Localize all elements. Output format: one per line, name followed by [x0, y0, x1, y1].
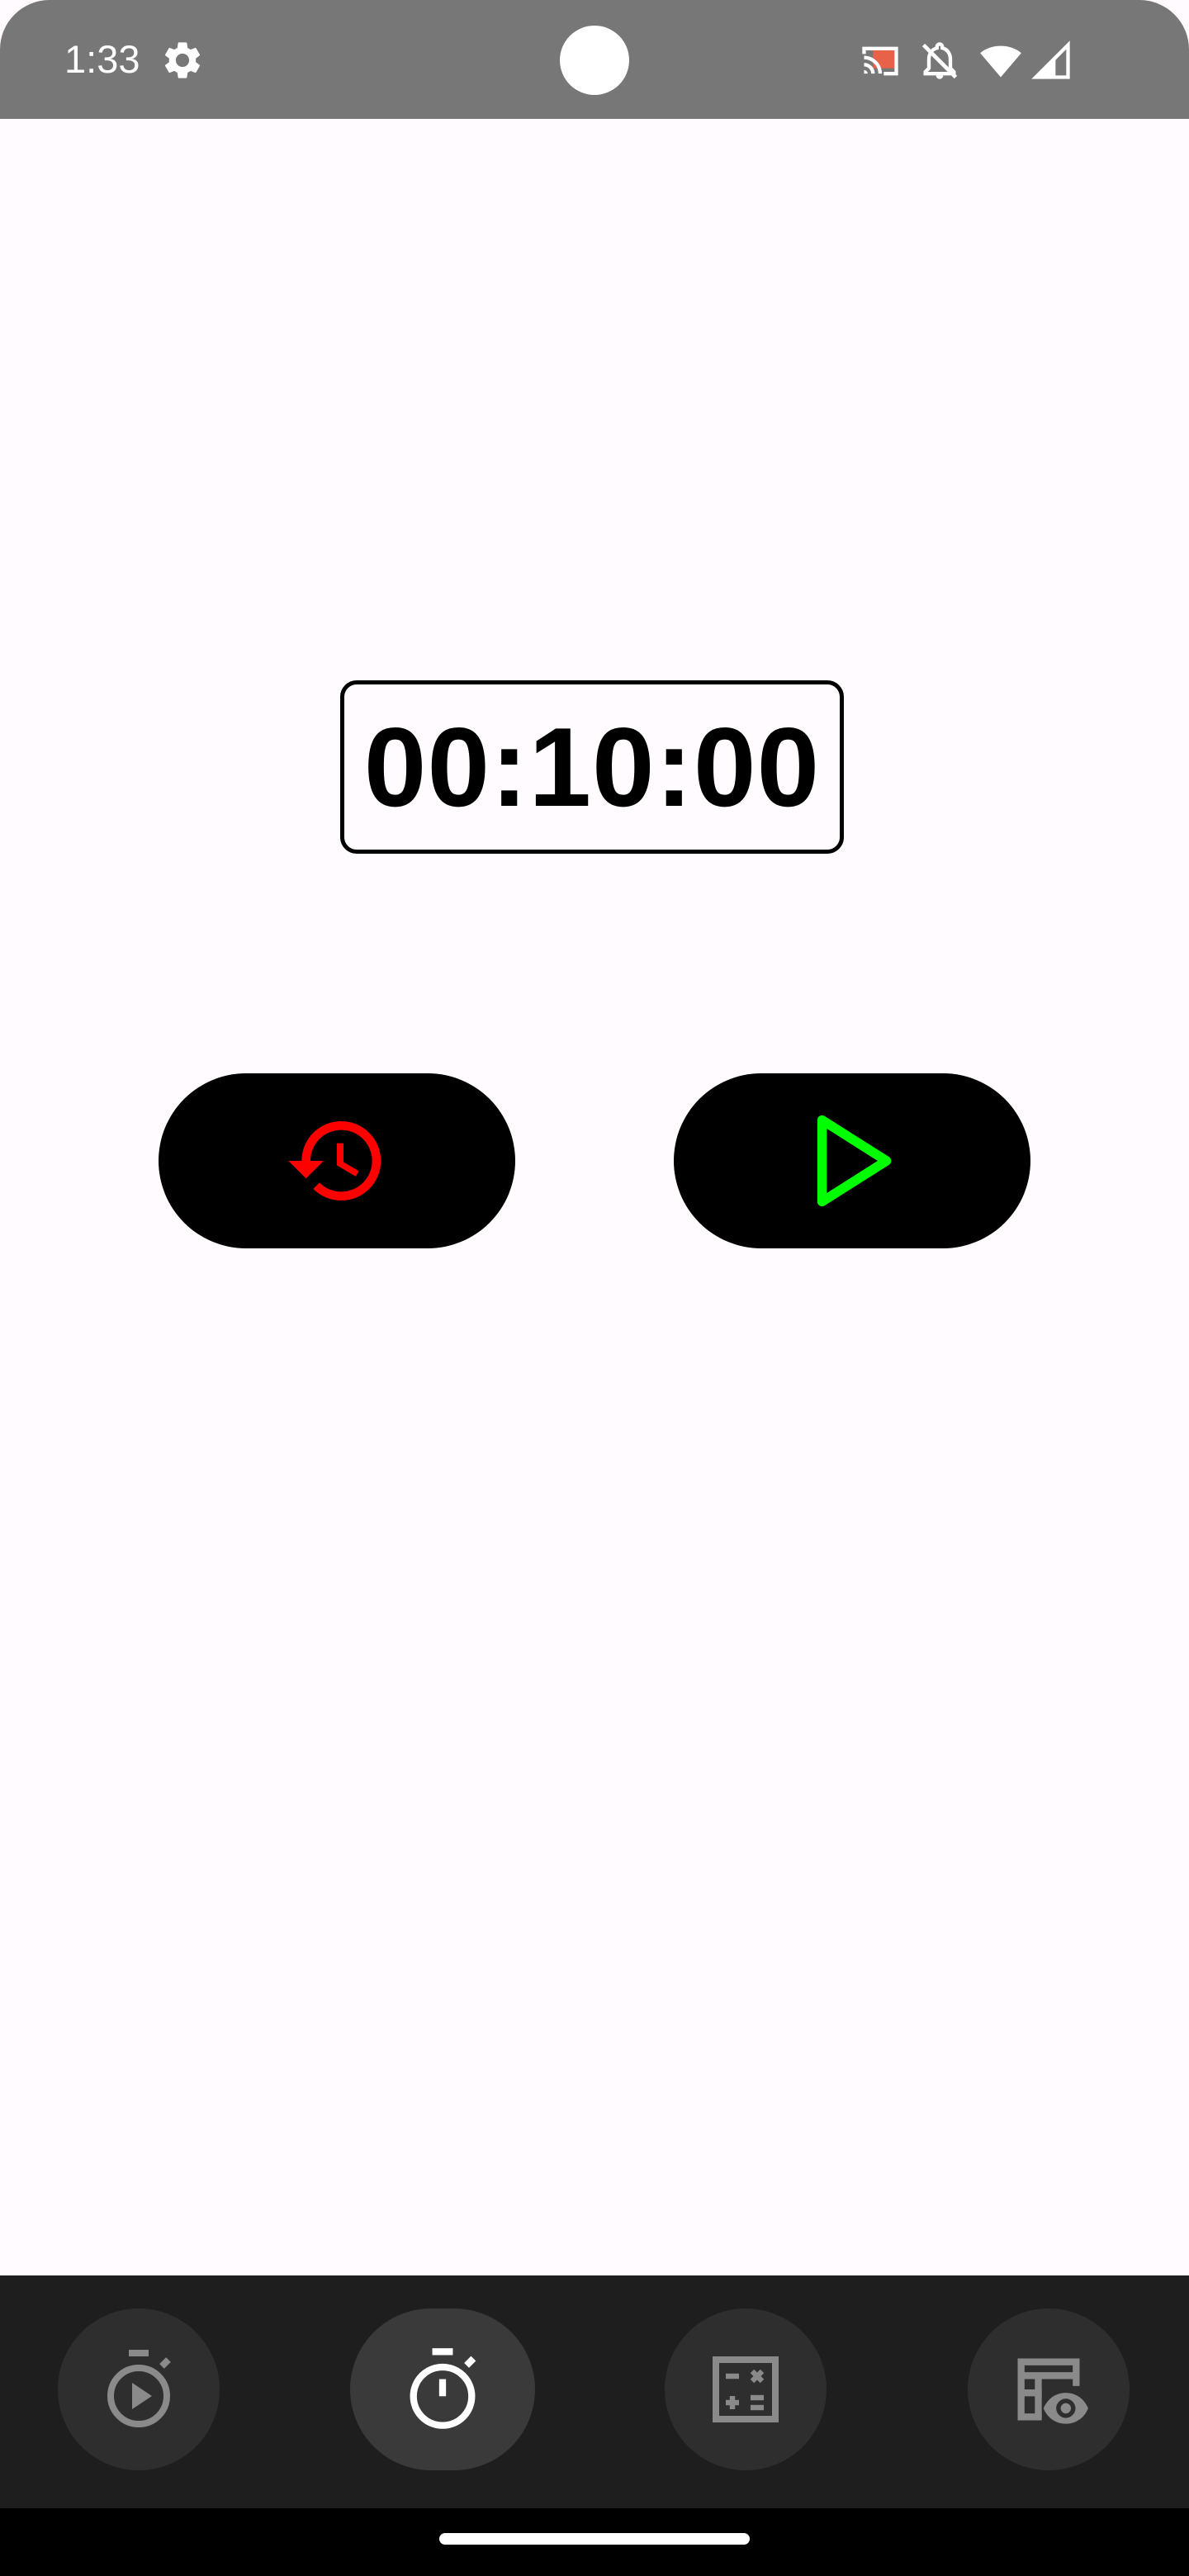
- nav-item-stopwatch[interactable]: [350, 2308, 535, 2470]
- bottom-navigation: [0, 2275, 1189, 2508]
- nav-item-table-view[interactable]: [968, 2308, 1130, 2470]
- nav-item-timer[interactable]: [58, 2308, 220, 2470]
- cast-icon: [862, 46, 898, 76]
- start-button[interactable]: [674, 1073, 1030, 1248]
- settings-gear-icon: [164, 42, 201, 78]
- calculator-icon: [713, 2356, 779, 2422]
- home-gesture-handle[interactable]: [439, 2533, 750, 2545]
- table-view-icon: [1017, 2358, 1088, 2424]
- timer-time-text: 00:10:00: [363, 704, 821, 830]
- camera-cutout: [560, 26, 629, 95]
- wifi-icon: [980, 45, 1021, 78]
- play-icon: [817, 1115, 892, 1207]
- notifications-off-icon: [921, 42, 958, 79]
- status-time: 1:33: [64, 37, 140, 81]
- timer-play-icon: [107, 2350, 171, 2427]
- nav-item-calculator[interactable]: [665, 2308, 827, 2470]
- status-bar: 1:33: [0, 0, 1189, 119]
- gesture-navigation-bar: [0, 2508, 1189, 2576]
- timer-display: 00:10:00: [340, 680, 844, 854]
- reset-button[interactable]: [159, 1073, 515, 1248]
- cellular-signal-icon: [1031, 40, 1070, 79]
- history-icon: [288, 1121, 381, 1200]
- stopwatch-icon: [410, 2348, 476, 2429]
